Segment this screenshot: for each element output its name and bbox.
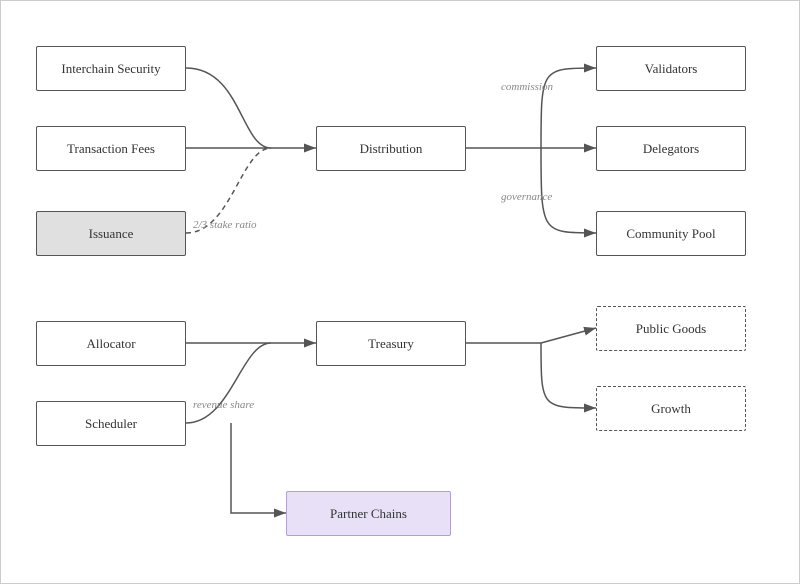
distribution-label: Distribution xyxy=(360,141,423,157)
tx-fees-node: Transaction Fees xyxy=(36,126,186,171)
stake-ratio-label: 2/3 stake ratio xyxy=(193,219,257,231)
community-pool-node: Community Pool xyxy=(596,211,746,256)
public-goods-node: Public Goods xyxy=(596,306,746,351)
scheduler-label: Scheduler xyxy=(85,416,137,432)
revenue-share-label: revenue share xyxy=(193,399,254,411)
delegators-node: Delegators xyxy=(596,126,746,171)
partner-chains-node: Partner Chains xyxy=(286,491,451,536)
treasury-node: Treasury xyxy=(316,321,466,366)
issuance-node: Issuance xyxy=(36,211,186,256)
diagram: Interchain Security Transaction Fees Iss… xyxy=(0,0,800,584)
interchain-security-node: Interchain Security xyxy=(36,46,186,91)
interchain-security-label: Interchain Security xyxy=(61,61,160,77)
validators-label: Validators xyxy=(645,61,698,77)
issuance-label: Issuance xyxy=(89,226,134,242)
growth-label: Growth xyxy=(651,401,691,417)
commission-label: commission xyxy=(501,81,553,93)
community-pool-label: Community Pool xyxy=(626,226,715,242)
allocator-node: Allocator xyxy=(36,321,186,366)
treasury-label: Treasury xyxy=(368,336,414,352)
partner-chains-label: Partner Chains xyxy=(330,506,407,522)
tx-fees-label: Transaction Fees xyxy=(67,141,155,157)
validators-node: Validators xyxy=(596,46,746,91)
scheduler-node: Scheduler xyxy=(36,401,186,446)
distribution-node: Distribution xyxy=(316,126,466,171)
growth-node: Growth xyxy=(596,386,746,431)
public-goods-label: Public Goods xyxy=(636,321,706,337)
governance-label: governance xyxy=(501,191,552,203)
allocator-label: Allocator xyxy=(86,336,135,352)
delegators-label: Delegators xyxy=(643,141,699,157)
